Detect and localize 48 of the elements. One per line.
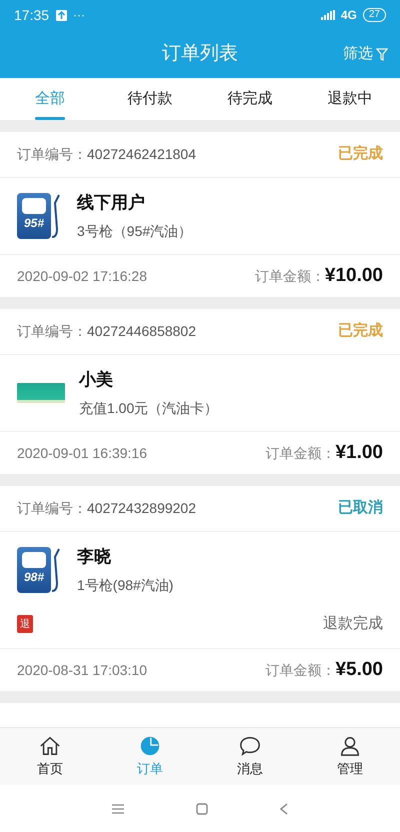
gas-card-icon bbox=[17, 383, 65, 403]
filter-tab[interactable]: 待付款 bbox=[100, 78, 200, 120]
order-amount: ¥1.00 bbox=[335, 440, 383, 465]
order-status: 已完成 bbox=[338, 144, 383, 164]
refund-badge: 退 bbox=[17, 615, 33, 633]
filter-tab[interactable]: 退款中 bbox=[300, 78, 400, 120]
nav-tab[interactable]: 管理 bbox=[300, 728, 400, 785]
home-icon bbox=[39, 734, 61, 757]
order-card[interactable]: 订单编号：40272462421804 已完成 95# 线下用户 3号枪（95#汽油） 2020-09-02 17:16:28 订单金额：¥10.00 bbox=[0, 132, 400, 297]
order-amount: ¥10.00 bbox=[324, 264, 383, 288]
customer-name: 李晓 bbox=[77, 546, 112, 568]
order-number: 订单编号：40272446858802 bbox=[17, 322, 196, 341]
order-detail: 充值1.00元（汽油卡） bbox=[79, 399, 218, 418]
order-detail: 3号枪（95#汽油） bbox=[77, 222, 192, 242]
filter-tab[interactable]: 待完成 bbox=[200, 78, 300, 120]
customer-name: 小美 bbox=[79, 368, 114, 391]
refund-status: 退款完成 bbox=[323, 614, 383, 634]
square-icon[interactable] bbox=[196, 802, 208, 814]
order-time: 2020-09-01 16:39:16 bbox=[17, 444, 147, 462]
order-time: 2020-09-02 17:16:28 bbox=[17, 266, 147, 286]
filter-icon bbox=[376, 48, 388, 60]
order-time: 2020-08-31 17:03:10 bbox=[17, 660, 147, 680]
battery-level: 27 bbox=[362, 8, 386, 22]
back-icon[interactable] bbox=[280, 802, 288, 814]
network-type: 4G bbox=[340, 7, 357, 24]
nav-tab[interactable]: 首页 bbox=[0, 728, 100, 785]
order-card[interactable]: 订单编号：40272432899202 已取消 98# 李晓 1号枪(98#汽油) 退 退款完成 2020-08-31 17:03:10 订单金额：¥5.00 bbox=[0, 486, 400, 691]
order-number: 订单编号：40272462421804 bbox=[17, 145, 196, 164]
order-card[interactable]: 订单编号：40272446858802 已完成 小美 充值1.00元（汽油卡） 2020-09-01 16:39:16 订单金额：¥1.00 bbox=[0, 309, 400, 474]
page-title: 订单列表 bbox=[162, 42, 238, 66]
person-icon bbox=[339, 734, 361, 757]
order-amount: ¥5.00 bbox=[335, 658, 383, 682]
amount-label: 订单金额： bbox=[254, 266, 325, 286]
upload-icon bbox=[56, 10, 68, 20]
nav-tab[interactable]: 消息 bbox=[200, 728, 300, 785]
order-status: 已取消 bbox=[338, 498, 383, 518]
pie-chart-icon bbox=[139, 734, 161, 757]
customer-name: 线下用户 bbox=[77, 192, 146, 214]
more-dots: ··· bbox=[73, 7, 86, 24]
chat-bubble-icon bbox=[239, 734, 261, 757]
amount-label: 订单金额： bbox=[265, 444, 336, 463]
order-detail: 1号枪(98#汽油) bbox=[77, 576, 174, 596]
order-number: 订单编号：40272432899202 bbox=[17, 499, 196, 518]
menu-icon[interactable] bbox=[112, 804, 124, 814]
signal-icon bbox=[320, 10, 337, 20]
amount-label: 订单金额： bbox=[265, 660, 336, 680]
order-status: 已完成 bbox=[338, 321, 383, 342]
status-time: 17:35 bbox=[14, 6, 50, 24]
